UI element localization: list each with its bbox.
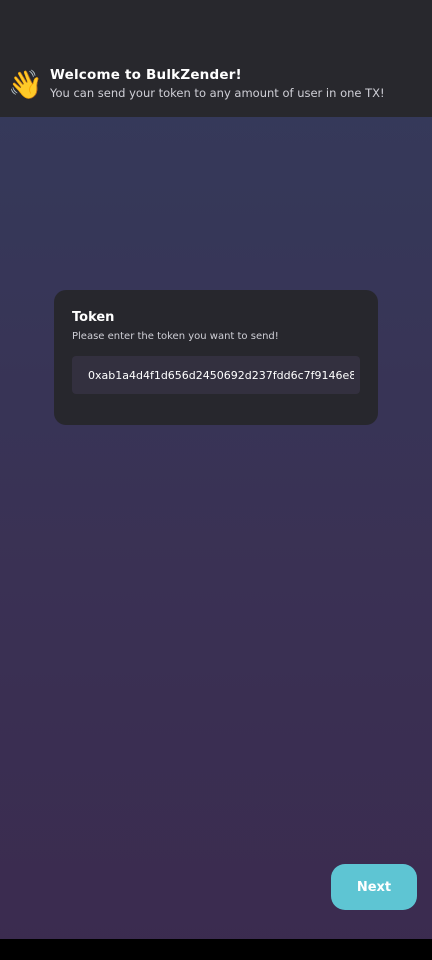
token-card-description: Please enter the token you want to send! — [72, 331, 279, 342]
token-address-input[interactable] — [72, 356, 360, 394]
system-navigation-bar — [0, 939, 432, 960]
waving-hand-icon: 👋 — [8, 68, 43, 101]
banner-subtitle: You can send your token to any amount of… — [50, 86, 385, 100]
token-card: Token Please enter the token you want to… — [54, 290, 378, 425]
banner-title: Welcome to BulkZender! — [50, 67, 242, 83]
welcome-banner: 👋 Welcome to BulkZender! You can send yo… — [0, 0, 432, 117]
token-card-title: Token — [72, 310, 115, 325]
next-button[interactable]: Next — [331, 864, 417, 910]
